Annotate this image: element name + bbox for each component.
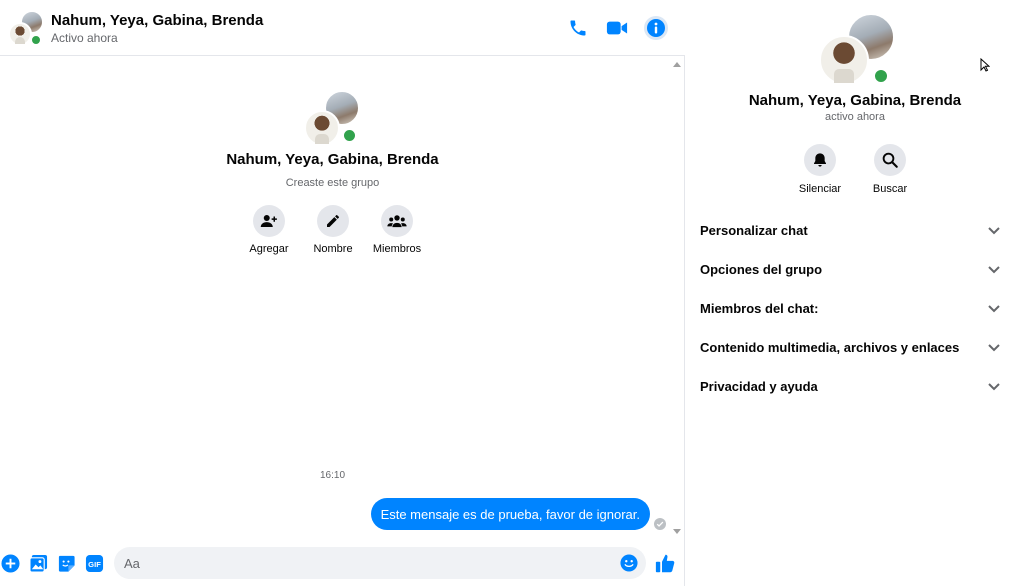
add-member-button[interactable]: Agregar bbox=[237, 205, 301, 255]
group-intro-avatar bbox=[304, 90, 360, 146]
mouse-cursor-icon bbox=[980, 58, 990, 72]
voice-call-button[interactable] bbox=[564, 14, 592, 42]
conversation-title[interactable]: Nahum, Yeya, Gabina, Brenda bbox=[51, 12, 263, 29]
action-label: Nombre bbox=[313, 243, 353, 255]
emoji-icon bbox=[620, 554, 638, 572]
action-circle bbox=[381, 205, 413, 237]
image-icon bbox=[28, 554, 47, 573]
send-like-button[interactable] bbox=[654, 552, 676, 574]
sticker-icon bbox=[58, 555, 75, 572]
more-actions-button[interactable] bbox=[0, 553, 20, 573]
chevron-down-icon bbox=[988, 382, 1000, 390]
plus-icon bbox=[0, 553, 20, 573]
gif-button[interactable]: GIF bbox=[84, 553, 104, 573]
mute-button[interactable]: Silenciar bbox=[790, 144, 850, 195]
message-input-wrapper bbox=[114, 547, 646, 579]
scroll-up-arrow[interactable] bbox=[673, 62, 681, 67]
section-group-options[interactable]: Opciones del grupo bbox=[686, 250, 1024, 289]
action-circle bbox=[317, 205, 349, 237]
action-label: Silenciar bbox=[798, 183, 842, 195]
chevron-down-icon bbox=[988, 226, 1000, 234]
gif-icon: GIF bbox=[85, 554, 103, 572]
like-icon bbox=[655, 554, 674, 572]
section-shared-media[interactable]: Contenido multimedia, archivos y enlaces bbox=[686, 328, 1024, 367]
online-status-dot bbox=[342, 128, 357, 143]
chevron-down-icon bbox=[988, 265, 1000, 273]
group-info-actions: Silenciar Buscar bbox=[790, 144, 920, 195]
online-status-dot bbox=[30, 34, 42, 46]
checkmark-icon bbox=[656, 521, 664, 527]
section-customize-chat[interactable]: Personalizar chat bbox=[686, 211, 1024, 250]
member-photo bbox=[819, 35, 869, 85]
search-in-conversation-button[interactable]: Buscar bbox=[860, 144, 920, 195]
video-call-button[interactable] bbox=[603, 14, 631, 42]
outgoing-message-bubble[interactable]: Este mensaje es de prueba, favor de igno… bbox=[370, 498, 650, 530]
section-label: Personalizar chat bbox=[700, 223, 808, 238]
section-label: Contenido multimedia, archivos y enlaces bbox=[700, 340, 960, 355]
members-button[interactable]: Miembros bbox=[365, 205, 429, 255]
action-label: Agregar bbox=[249, 243, 289, 255]
group-avatar[interactable] bbox=[8, 10, 44, 46]
section-label: Privacidad y ayuda bbox=[700, 379, 818, 394]
info-icon bbox=[644, 16, 668, 40]
sticker-button[interactable] bbox=[56, 553, 76, 573]
group-intro-actions: Agregar Nombre Miembros bbox=[237, 205, 429, 255]
group-intro-title: Nahum, Yeya, Gabina, Brenda bbox=[226, 151, 439, 168]
gif-label: GIF bbox=[88, 559, 101, 568]
action-label: Buscar bbox=[872, 183, 908, 195]
chevron-down-icon bbox=[988, 304, 1000, 312]
action-circle bbox=[253, 205, 285, 237]
scroll-down-arrow[interactable] bbox=[673, 529, 681, 534]
action-circle bbox=[874, 144, 906, 176]
search-icon bbox=[882, 152, 898, 168]
chevron-down-icon bbox=[988, 343, 1000, 351]
member-photo bbox=[304, 110, 340, 146]
sent-check-icon bbox=[654, 518, 666, 530]
emoji-button[interactable] bbox=[620, 554, 638, 572]
online-status-dot bbox=[873, 68, 889, 84]
message-list-scrollbar[interactable] bbox=[672, 60, 682, 536]
conversation-header: Nahum, Yeya, Gabina, Brenda Activo ahora bbox=[0, 0, 685, 56]
bell-icon bbox=[814, 153, 826, 167]
rename-group-button[interactable]: Nombre bbox=[301, 205, 365, 255]
message-composer: GIF bbox=[0, 540, 685, 586]
pencil-icon bbox=[327, 215, 339, 227]
action-circle bbox=[804, 144, 836, 176]
section-label: Miembros del chat: bbox=[700, 301, 819, 316]
info-sections: Personalizar chat Opciones del grupo Mie… bbox=[686, 211, 1024, 406]
phone-icon bbox=[570, 20, 586, 36]
active-status: Activo ahora bbox=[51, 31, 118, 45]
message-input[interactable] bbox=[124, 547, 614, 579]
conversation-info-button[interactable] bbox=[642, 14, 670, 42]
group-info-title: Nahum, Yeya, Gabina, Brenda bbox=[748, 92, 962, 109]
video-camera-icon bbox=[606, 21, 628, 35]
section-label: Opciones del grupo bbox=[700, 262, 823, 277]
member-photo bbox=[8, 22, 32, 46]
add-person-icon bbox=[260, 215, 277, 227]
group-info-avatar[interactable] bbox=[819, 13, 895, 85]
message-timestamp: 16:10 bbox=[319, 470, 346, 481]
members-icon bbox=[387, 215, 407, 228]
section-chat-members[interactable]: Miembros del chat: bbox=[686, 289, 1024, 328]
chat-pane: Nahum, Yeya, Gabina, Brenda Activo ahora bbox=[0, 0, 685, 586]
attach-photo-button[interactable] bbox=[28, 553, 48, 573]
action-label: Miembros bbox=[372, 243, 422, 255]
group-info-status: activo ahora bbox=[825, 111, 885, 123]
conversation-info-panel: Nahum, Yeya, Gabina, Brenda activo ahora… bbox=[686, 0, 1024, 586]
group-intro-subtitle: Creaste este grupo bbox=[285, 177, 380, 189]
section-privacy-help[interactable]: Privacidad y ayuda bbox=[686, 367, 1024, 406]
